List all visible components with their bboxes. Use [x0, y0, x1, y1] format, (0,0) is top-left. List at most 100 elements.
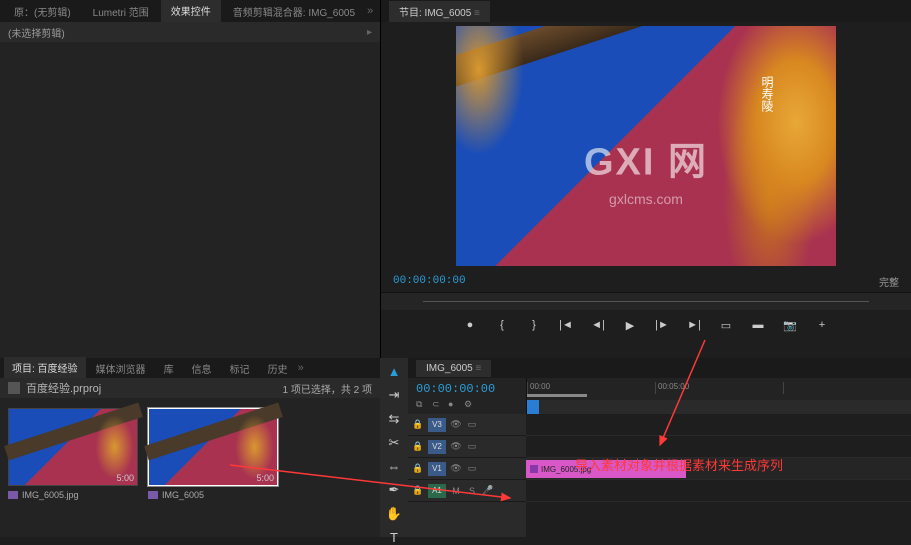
- tab-markers[interactable]: 标记: [222, 358, 258, 379]
- track-eye-icon[interactable]: 👁: [450, 419, 462, 431]
- marker-icon[interactable]: ●: [448, 399, 458, 409]
- project-file-icon: [8, 382, 20, 394]
- tab-source-noclip[interactable]: 原：(无剪辑): [4, 0, 81, 23]
- track-lock-icon[interactable]: 🔒: [412, 463, 424, 475]
- still-image-icon: [8, 491, 18, 499]
- program-monitor-viewport[interactable]: 明寿陵 GXI 网 gxlcms.com: [381, 22, 911, 270]
- track-lock-icon[interactable]: 🔒: [412, 485, 424, 497]
- tab-program[interactable]: 节目: IMG_6005 ≡: [389, 1, 490, 22]
- track-label[interactable]: V2: [428, 440, 446, 454]
- play-button[interactable]: ▶: [623, 318, 637, 332]
- work-area-bar[interactable]: [527, 394, 587, 397]
- razor-tool[interactable]: ✂: [386, 435, 402, 451]
- track-option-icon[interactable]: ▭: [466, 441, 478, 453]
- track-header-v2[interactable]: 🔒 V2 👁 ▭: [408, 436, 526, 458]
- selection-tool[interactable]: ▲: [386, 364, 402, 379]
- track-option-icon[interactable]: ▭: [466, 463, 478, 475]
- project-tabs-overflow-icon[interactable]: »: [298, 362, 304, 374]
- linked-selection-icon[interactable]: ⊂: [432, 399, 442, 409]
- track-mute-icon[interactable]: M: [450, 485, 462, 497]
- tools-panel: ▲ ⇥ ⇆ ✂ ⇔ ✒ ✋ T: [380, 358, 408, 537]
- bin-thumbnail[interactable]: 5:00: [148, 408, 278, 486]
- clip-label: IMG_6005.jpg: [541, 465, 591, 474]
- track-label[interactable]: V1: [428, 462, 446, 476]
- preview-image: 明寿陵: [456, 26, 836, 266]
- program-fit-label[interactable]: 完整: [879, 274, 899, 289]
- track-option-icon[interactable]: ▭: [466, 419, 478, 431]
- lane-v1[interactable]: IMG_6005.jpg: [526, 458, 911, 480]
- track-mic-icon[interactable]: 🎤: [482, 485, 494, 497]
- chevron-right-icon: ▸: [367, 27, 372, 38]
- timeline-ruler[interactable]: 00:00 00:05:00: [526, 378, 911, 414]
- tab-project[interactable]: 项目: 百度经验: [4, 357, 86, 380]
- ripple-edit-tool[interactable]: ⇆: [386, 411, 402, 427]
- export-frame-button[interactable]: 📷: [783, 318, 797, 332]
- tab-sequence[interactable]: IMG_6005 ≡: [416, 360, 491, 377]
- button-editor-button[interactable]: +: [815, 318, 829, 332]
- effect-controls-subheader: (未选择剪辑) ▸: [0, 22, 380, 42]
- tab-libraries[interactable]: 库: [156, 358, 182, 379]
- playhead[interactable]: [527, 400, 539, 414]
- hand-tool[interactable]: ✋: [386, 506, 402, 522]
- slip-tool[interactable]: ⇔: [386, 459, 402, 474]
- program-scrubber[interactable]: [381, 292, 911, 310]
- program-tab-bar: 节目: IMG_6005 ≡: [381, 0, 911, 22]
- mark-out-button[interactable]: }: [527, 318, 541, 332]
- track-header-v1[interactable]: 🔒 V1 👁 ▭: [408, 458, 526, 480]
- program-timecode[interactable]: 00:00:00:00: [393, 275, 466, 287]
- step-forward-button[interactable]: |►: [655, 318, 669, 332]
- mark-in-button[interactable]: {: [495, 318, 509, 332]
- track-lock-icon[interactable]: 🔒: [412, 441, 424, 453]
- lift-button[interactable]: ▭: [719, 318, 733, 332]
- tab-info[interactable]: 信息: [184, 358, 220, 379]
- go-to-in-button[interactable]: |◄: [559, 318, 573, 332]
- track-label[interactable]: V3: [428, 418, 446, 432]
- tab-lumetri-scopes[interactable]: Lumetri 范围: [83, 0, 159, 23]
- bin-duration: 5:00: [116, 473, 134, 483]
- extract-button[interactable]: ▬: [751, 318, 765, 332]
- track-header-v3[interactable]: 🔒 V3 👁 ▭: [408, 414, 526, 436]
- track-lock-icon[interactable]: 🔒: [412, 419, 424, 431]
- track-eye-icon[interactable]: 👁: [450, 441, 462, 453]
- tab-audio-clip-mixer[interactable]: 音频剪辑混合器: IMG_6005: [223, 0, 365, 23]
- image-corner-text: 明寿陵: [759, 76, 776, 112]
- bin-duration: 5:00: [256, 473, 274, 483]
- track-lanes[interactable]: IMG_6005.jpg: [526, 414, 911, 537]
- program-monitor-panel: 节目: IMG_6005 ≡ 明寿陵 GXI 网 gxlcms.com 00:0…: [380, 0, 911, 358]
- lane-v2[interactable]: [526, 436, 911, 458]
- clip-fx-icon: [530, 465, 538, 473]
- track-header-a1[interactable]: 🔒 A1 M S 🎤: [408, 480, 526, 502]
- tab-media-browser[interactable]: 媒体浏览器: [88, 358, 154, 379]
- step-back-button[interactable]: ◄|: [591, 318, 605, 332]
- snap-icon[interactable]: ⧉: [416, 399, 426, 409]
- project-bins[interactable]: 5:00 IMG_6005.jpg 5:00 IMG_6005: [0, 398, 380, 537]
- go-to-out-button[interactable]: ►|: [687, 318, 701, 332]
- lane-v3[interactable]: [526, 414, 911, 436]
- watermark-url: gxlcms.com: [609, 191, 683, 207]
- bin-thumbnail[interactable]: 5:00: [8, 408, 138, 486]
- tab-menu-icon[interactable]: ≡: [474, 8, 480, 19]
- settings-icon[interactable]: ⚙: [464, 399, 474, 409]
- clip-img6005[interactable]: IMG_6005.jpg: [526, 460, 686, 478]
- track-solo-icon[interactable]: S: [466, 485, 478, 497]
- track-eye-icon[interactable]: 👁: [450, 463, 462, 475]
- project-file-name: 百度经验.prproj: [26, 380, 101, 396]
- track-select-tool[interactable]: ⇥: [386, 387, 402, 403]
- lane-a1[interactable]: [526, 480, 911, 502]
- transport-controls: ● { } |◄ ◄| ▶ |► ►| ▭ ▬ 📷 + ▭: [381, 310, 911, 358]
- sequence-menu-icon[interactable]: ≡: [475, 363, 481, 374]
- marker-button[interactable]: ●: [463, 318, 477, 332]
- timeline-timecode[interactable]: 00:00:00:00: [416, 382, 518, 396]
- pen-tool[interactable]: ✒: [386, 482, 402, 498]
- selection-status: 1 项已选择，共 2 项: [283, 381, 372, 396]
- project-header: 百度经验.prproj 1 项已选择，共 2 项: [0, 378, 380, 398]
- no-clip-label: (未选择剪辑): [8, 25, 65, 40]
- tab-effect-controls[interactable]: 效果控件: [161, 0, 221, 24]
- tabs-overflow-icon[interactable]: »: [367, 5, 373, 17]
- type-tool[interactable]: T: [386, 530, 402, 545]
- bin-item-img6005-seq[interactable]: 5:00 IMG_6005: [148, 408, 278, 527]
- tab-history[interactable]: 历史: [260, 358, 296, 379]
- track-label[interactable]: A1: [428, 484, 446, 498]
- bin-item-img6005-jpg[interactable]: 5:00 IMG_6005.jpg: [8, 408, 138, 527]
- bin-label: IMG_6005.jpg: [8, 486, 138, 500]
